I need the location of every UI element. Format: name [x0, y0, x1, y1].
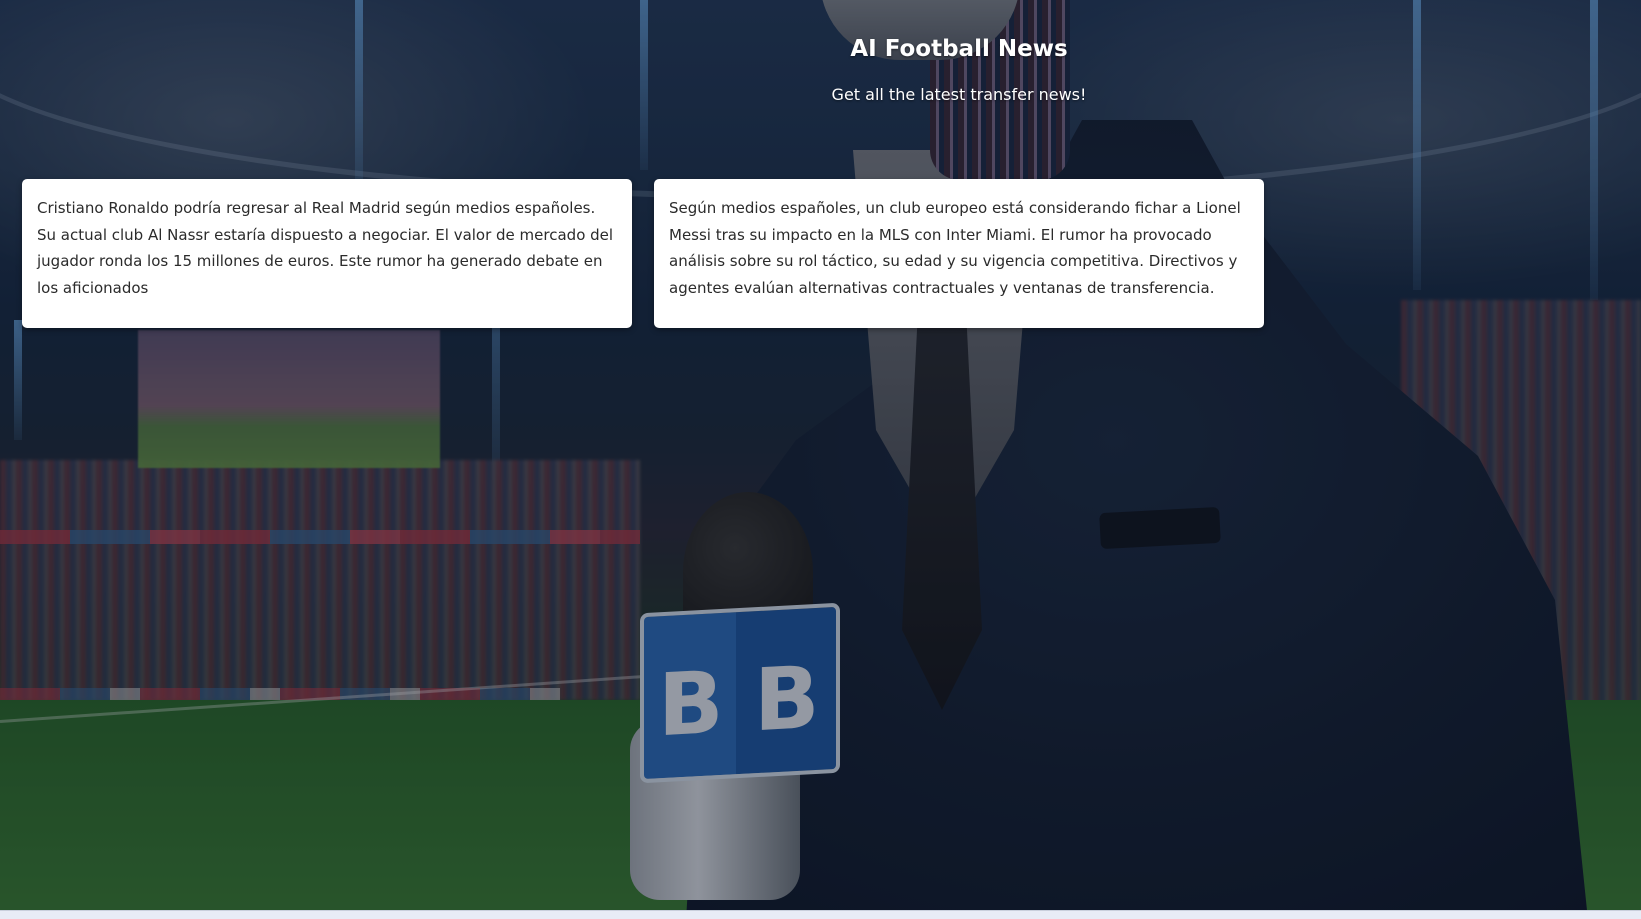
news-text: Según medios españoles, un club europeo …	[669, 199, 1241, 297]
window-bottom-strip	[0, 910, 1641, 919]
news-card[interactable]: Cristiano Ronaldo podría regresar al Rea…	[22, 179, 632, 328]
page-subtitle: Get all the latest transfer news!	[831, 85, 1087, 104]
news-text: Cristiano Ronaldo podría regresar al Rea…	[37, 199, 614, 297]
news-card[interactable]: Según medios españoles, un club europeo …	[654, 179, 1264, 328]
page-title: AI Football News	[850, 36, 1068, 62]
background-dim-overlay	[0, 0, 1641, 910]
